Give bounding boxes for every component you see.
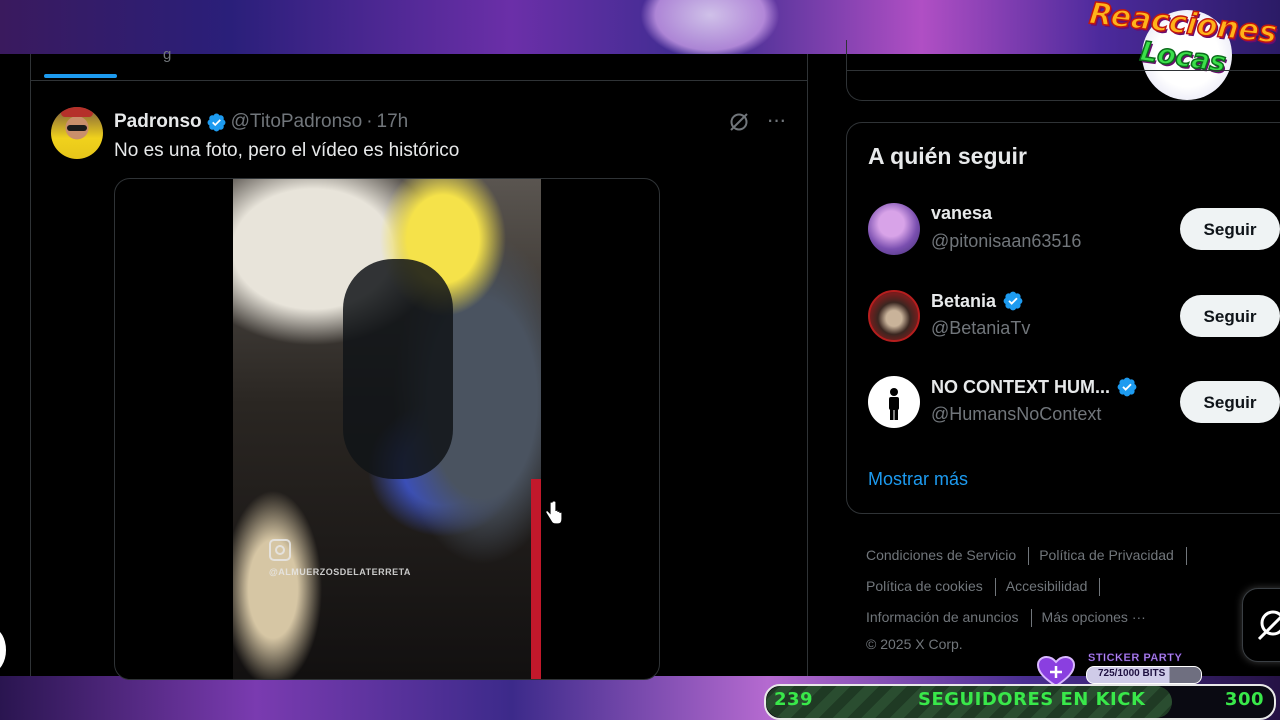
tweet-video[interactable]: @ALMUERZOSDELATERRETA xyxy=(114,178,660,680)
suggestion-name[interactable]: NO CONTEXT HUM... xyxy=(931,376,1138,398)
video-watermark: @ALMUERZOSDELATERRETA xyxy=(269,567,411,577)
verified-badge-icon xyxy=(1117,377,1137,397)
follow-suggestion[interactable]: NO CONTEXT HUM... @HumansNoContext Segui… xyxy=(847,366,1280,436)
footer-separator xyxy=(994,578,996,597)
timeline-column: g Padronso @TitoPadronso · 17h ··· No es… xyxy=(30,46,808,680)
suggestion-handle[interactable]: @HumansNoContext xyxy=(931,404,1101,425)
footer-cookies-link[interactable]: Política de cookies xyxy=(866,571,983,602)
suggestion-name[interactable]: vanesa xyxy=(931,203,992,224)
grok-icon[interactable] xyxy=(727,110,751,134)
active-tab-indicator xyxy=(44,74,117,78)
footer-ads-info-link[interactable]: Información de anuncios xyxy=(866,602,1019,633)
who-to-follow-title: A quién seguir xyxy=(868,143,1027,169)
more-options-icon[interactable]: ··· xyxy=(764,109,788,134)
kick-goal-end: 300 xyxy=(1224,689,1264,710)
sidebar-footer: Condiciones de Servicio Política de Priva… xyxy=(866,540,1266,655)
tweet-text: No es una foto, pero el vídeo es históri… xyxy=(114,140,460,161)
sticker-bits-count: 725/1000 BITS xyxy=(1098,668,1166,679)
follow-button[interactable]: Seguir xyxy=(1180,381,1280,423)
footer-separator xyxy=(1185,547,1187,566)
kick-goal-label: SEGUIDORES EN KICK xyxy=(918,689,1146,710)
suggestion-avatar[interactable] xyxy=(868,376,920,428)
hand-cursor-icon xyxy=(545,500,562,525)
suggestion-name-text: NO CONTEXT HUM... xyxy=(931,376,1110,397)
instagram-icon xyxy=(269,539,291,561)
author-name[interactable]: Padronso xyxy=(114,111,202,133)
author-avatar[interactable] xyxy=(51,107,103,159)
handle-time-separator: · xyxy=(366,111,373,132)
grok-chat-button[interactable] xyxy=(1242,588,1280,662)
suggestion-name[interactable]: Betania xyxy=(931,290,1024,312)
previous-sidebar-card xyxy=(846,40,1280,101)
footer-separator xyxy=(1028,547,1030,566)
sticker-party-widget: STICKER PARTY 725/1000 BITS xyxy=(1036,652,1204,688)
person-silhouette-icon xyxy=(889,388,899,420)
timeline-tabs: g xyxy=(31,46,807,81)
footer-separator xyxy=(1099,578,1101,597)
footer-more-options-link[interactable]: Más opciones ··· xyxy=(1042,602,1146,633)
footer-privacy-link[interactable]: Política de Privacidad xyxy=(1039,540,1174,571)
author-handle[interactable]: @TitoPadronso xyxy=(231,111,363,133)
follow-button[interactable]: Seguir xyxy=(1180,295,1280,337)
verified-badge-icon xyxy=(207,113,226,131)
tweet[interactable]: Padronso @TitoPadronso · 17h ··· No es u… xyxy=(31,94,807,680)
footer-accessibility-link[interactable]: Accesibilidad xyxy=(1006,571,1088,602)
video-frame[interactable]: @ALMUERZOSDELATERRETA xyxy=(233,179,541,679)
follow-suggestion[interactable]: vanesa @pitonisaan63516 Seguir xyxy=(847,193,1280,263)
suggestion-handle[interactable]: @BetaniaTv xyxy=(931,318,1030,339)
tab-label-partial[interactable]: g xyxy=(163,46,171,63)
suggestion-handle[interactable]: @pitonisaan63516 xyxy=(931,231,1081,252)
follow-suggestion[interactable]: Betania @BetaniaTv Seguir xyxy=(847,280,1280,350)
who-to-follow-panel: A quién seguir vanesa @pitonisaan63516 S… xyxy=(846,122,1280,514)
grok-chat-icon xyxy=(1257,610,1280,641)
footer-separator xyxy=(1030,609,1032,628)
suggestion-avatar[interactable] xyxy=(868,290,920,342)
suggestion-avatar[interactable] xyxy=(868,203,920,255)
tweet-header: Padronso @TitoPadronso · 17h xyxy=(114,110,408,134)
verified-badge-icon xyxy=(1003,291,1023,311)
kick-goal-start: 239 xyxy=(774,689,814,710)
left-margin xyxy=(0,54,30,676)
footer-terms-link[interactable]: Condiciones de Servicio xyxy=(866,540,1016,571)
sticker-party-title: STICKER PARTY xyxy=(1088,652,1183,664)
footer-copyright: © 2025 X Corp. xyxy=(866,636,963,652)
suggestion-name-text: vanesa xyxy=(931,203,993,223)
follow-button[interactable]: Seguir xyxy=(1180,208,1280,250)
post-time[interactable]: 17h xyxy=(377,111,409,133)
show-more-link[interactable]: Mostrar más xyxy=(868,469,968,490)
kick-followers-goal: 239 SEGUIDORES EN KICK 300 xyxy=(764,684,1276,720)
suggestion-name-text: Betania xyxy=(931,290,997,311)
